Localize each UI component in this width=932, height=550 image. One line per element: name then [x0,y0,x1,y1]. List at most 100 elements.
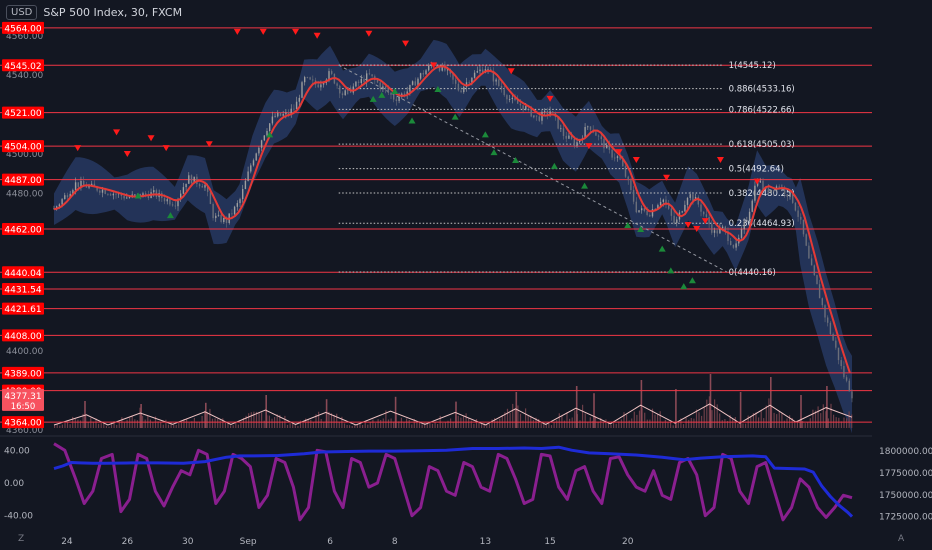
candle-body [363,78,365,83]
volume-bar [582,404,584,428]
candle-body [835,340,837,348]
candle-body [271,116,274,124]
currency-badge[interactable]: USD [6,4,38,20]
candle-body [716,230,718,234]
fib-level-label: 0.886(4533.16) [729,85,795,95]
volume-bar [807,421,809,428]
volume-bar [442,423,444,428]
volume-bar [724,419,726,428]
volume-bar [320,419,322,428]
volume-bar [286,424,289,428]
candle-body [409,84,411,92]
level-price-tag-text: 4421.61 [4,305,41,315]
candle-body [700,204,702,212]
volume-bar [56,424,58,428]
volume-bar [188,422,190,428]
volume-bar [659,411,661,428]
time-tick-label[interactable]: 15 [544,537,555,547]
volume-bar [206,411,208,428]
time-tick-label[interactable]: 26 [122,537,134,547]
candle-body [258,147,260,154]
volume-bar [506,408,509,428]
price-tick-label: 4400.00 [6,347,43,357]
candle-body [829,322,832,334]
volume-bar [475,419,478,428]
candle-body [99,190,101,193]
symbol-title[interactable]: S&P 500 Index, 30, FXCM [43,6,182,19]
time-tick-label[interactable]: 20 [622,537,634,547]
volume-bar [584,413,586,428]
candle-body [676,219,678,223]
candle-body [713,230,716,233]
volume-bar [312,422,314,428]
candle-body [460,90,462,93]
candle-body [357,81,360,83]
candle-body [759,180,761,183]
candle-body [495,79,497,82]
candle-body [376,80,379,83]
volume-bar [698,412,700,428]
candle-body [754,185,756,201]
candle-body [371,74,373,77]
candle-body [703,211,705,215]
time-tick-label[interactable]: 6 [327,537,333,547]
candle-body [533,115,535,117]
volume-bar [532,419,534,428]
volume-bar [232,425,234,428]
volume-bar [90,417,92,428]
volume-bar [61,424,63,428]
time-tick-label[interactable]: Sep [240,537,257,547]
volume-spike [593,393,595,428]
zoom-toggle-label[interactable]: Z [18,534,24,544]
candle-body [112,193,114,196]
candle-body [339,85,341,94]
volume-bar [323,421,325,428]
candle-body [277,112,279,117]
candle-body [387,89,389,93]
volume-bar [721,420,723,428]
candle-body [614,157,616,159]
fib-level-label: 0.5(4492.64) [729,165,784,175]
time-tick-label[interactable]: 8 [392,537,398,547]
volume-bar [123,422,126,428]
volume-bar [468,418,470,428]
volume-bar [765,405,767,428]
osc-right-tick-label: 1775000.00 [879,469,932,479]
volume-bar [149,419,151,428]
volume-bar [74,418,76,428]
candle-body [360,78,362,83]
candle-body [233,206,236,215]
volume-bar [294,424,296,428]
last-price-text: 4377.31 [4,392,41,402]
volume-bar [690,418,692,428]
candle-body [398,97,400,101]
candle-body [837,347,840,361]
volume-bar [224,422,226,428]
fib-level-label: 0.786(4522.66) [729,105,795,115]
volume-bar [431,423,434,428]
volume-bar [488,423,490,428]
volume-bar [79,420,82,428]
candle-body [198,184,201,187]
volume-bar [688,419,690,428]
candle-body [285,112,287,115]
candle-body [568,135,570,139]
volume-bar [662,422,664,428]
volume-bar [830,403,832,428]
chart-canvas[interactable]: 1(4545.12) 0.886(4533.16) 0.786(4522.66) 0.… [0,0,932,550]
candle-body [767,188,770,193]
candle-body [58,204,61,207]
candle-body [328,71,330,80]
auto-scale-label[interactable]: A [898,534,904,544]
candle-body [711,224,713,233]
candle-body [320,84,322,88]
candle-body [419,73,422,79]
time-tick-label[interactable]: 24 [61,537,73,547]
candle-body [250,165,252,172]
candle-body [789,192,791,197]
time-tick-label[interactable]: 13 [480,537,491,547]
time-tick-label[interactable]: 30 [182,537,194,547]
candle-body [236,203,238,207]
candle-body [115,193,117,195]
volume-bar [473,423,475,428]
